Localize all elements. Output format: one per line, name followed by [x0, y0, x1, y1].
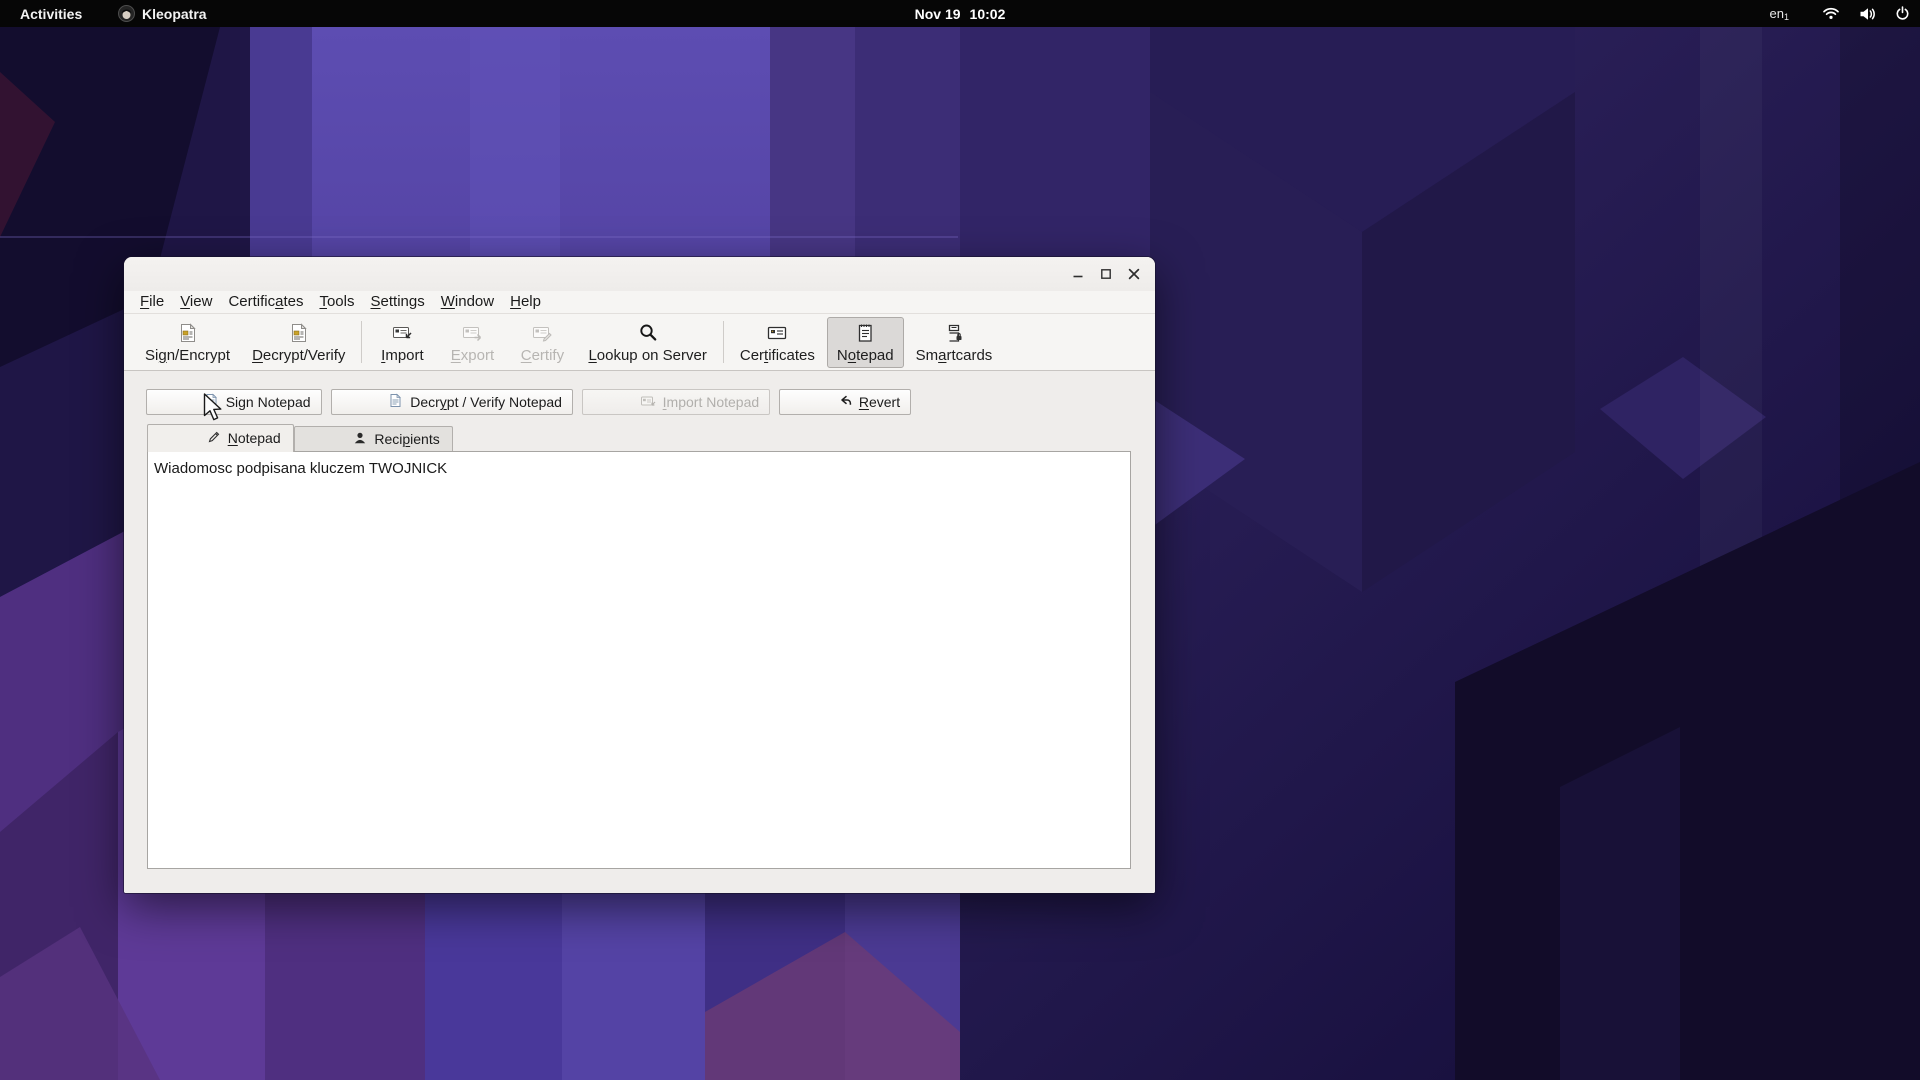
toolbar-separator: [723, 321, 724, 363]
toolbar-separator: [361, 321, 362, 363]
button-label: Import Notepad: [663, 394, 760, 410]
menu-settings[interactable]: Settings: [363, 292, 433, 312]
decrypt-verify-document-icon: [288, 321, 310, 345]
power-icon[interactable]: [1895, 6, 1910, 21]
menu-file[interactable]: File: [132, 292, 172, 312]
certify-certificate-icon: [531, 321, 553, 345]
toolbar-label: Certify: [521, 347, 564, 364]
menu-help[interactable]: Help: [502, 292, 549, 312]
toolbar: Sign/Encrypt Decrypt/Verify: [124, 314, 1155, 371]
sign-encrypt-document-icon: [177, 321, 199, 345]
wifi-icon[interactable]: [1822, 6, 1840, 21]
notepad-tab-bar: Notepad Recipients: [147, 423, 453, 451]
keyboard-layout-indicator[interactable]: en1: [1770, 7, 1789, 20]
toolbar-label: Export: [451, 347, 494, 364]
window-titlebar[interactable]: [124, 257, 1155, 291]
close-button[interactable]: [1126, 266, 1142, 282]
sign-notepad-button[interactable]: Sign Notepad: [146, 389, 322, 415]
tab-label: Notepad: [228, 430, 281, 446]
toolbar-decrypt-verify[interactable]: Decrypt/Verify: [242, 317, 355, 368]
app-menu-button[interactable]: Kleopatra: [118, 0, 207, 27]
maximize-button[interactable]: [1098, 266, 1114, 282]
toolbar-label: Sign/Encrypt: [145, 347, 230, 364]
toolbar-label: Notepad: [837, 347, 894, 364]
button-label: Sign Notepad: [226, 394, 311, 410]
activities-label: Activities: [20, 6, 82, 22]
pencil-icon: [160, 414, 221, 463]
toolbar-sign-encrypt[interactable]: Sign/Encrypt: [135, 317, 240, 368]
clock-date: Nov 19: [915, 6, 961, 22]
toolbar-lookup-on-server[interactable]: Lookup on Server: [578, 317, 716, 368]
undo-arrow-icon: [790, 377, 852, 427]
toolbar-export[interactable]: Export: [438, 317, 506, 368]
certificates-card-icon: [766, 321, 788, 345]
toolbar-certificates[interactable]: Certificates: [730, 317, 825, 368]
button-label: Decrypt / Verify Notepad: [410, 394, 562, 410]
kleopatra-window: File View Certificates Tools Settings Wi…: [124, 257, 1155, 893]
menu-window[interactable]: Window: [433, 292, 502, 312]
import-notepad-button[interactable]: Import Notepad: [582, 389, 770, 415]
app-name: Kleopatra: [142, 6, 207, 22]
clock-button[interactable]: Nov 19 10:02: [915, 0, 1006, 27]
revert-button[interactable]: Revert: [779, 389, 911, 415]
toolbar-label: Decrypt/Verify: [252, 347, 345, 364]
import-card-icon: [593, 378, 656, 427]
decrypt-verify-notepad-button[interactable]: Decrypt / Verify Notepad: [331, 389, 573, 415]
menu-view[interactable]: View: [172, 292, 220, 312]
export-certificate-icon: [461, 321, 483, 345]
notepad-icon: [854, 321, 876, 345]
volume-icon[interactable]: [1859, 7, 1876, 21]
toolbar-certify[interactable]: Certify: [508, 317, 576, 368]
activities-button[interactable]: Activities: [14, 0, 88, 27]
clock-time: 10:02: [970, 6, 1006, 22]
toolbar-label: Smartcards: [916, 347, 993, 364]
button-label: Revert: [859, 394, 900, 410]
toolbar-label: Lookup on Server: [588, 347, 706, 364]
toolbar-smartcards[interactable]: Smartcards: [906, 317, 1003, 368]
desktop: Activities Kleopatra Nov 19 10:02 en1: [0, 0, 1920, 1080]
toolbar-label: Import: [381, 347, 424, 364]
menu-bar: File View Certificates Tools Settings Wi…: [124, 291, 1155, 314]
search-icon: [637, 321, 659, 345]
tab-recipients[interactable]: Recipients: [294, 426, 453, 451]
system-status-area: en1: [1770, 0, 1910, 27]
import-certificate-icon: [391, 321, 413, 345]
window-controls: [1070, 257, 1142, 291]
notepad-view: Sign Notepad Decrypt / Verify Notepad: [124, 371, 1155, 893]
gnome-top-bar: Activities Kleopatra Nov 19 10:02 en1: [0, 0, 1920, 27]
notepad-text-area[interactable]: Wiadomosc podpisana kluczem TWOJNICK: [147, 451, 1131, 869]
tab-notepad[interactable]: Notepad: [147, 424, 294, 452]
smartcard-reader-icon: [943, 321, 965, 345]
kleopatra-app-icon: [118, 5, 135, 22]
toolbar-import[interactable]: Import: [368, 317, 436, 368]
notepad-action-row: Sign Notepad Decrypt / Verify Notepad: [146, 389, 911, 415]
menu-certificates[interactable]: Certificates: [220, 292, 311, 312]
minimize-button[interactable]: [1070, 266, 1086, 282]
toolbar-label: Certificates: [740, 347, 815, 364]
toolbar-notepad[interactable]: Notepad: [827, 317, 904, 368]
menu-tools[interactable]: Tools: [311, 292, 362, 312]
tab-label: Recipients: [374, 431, 439, 447]
